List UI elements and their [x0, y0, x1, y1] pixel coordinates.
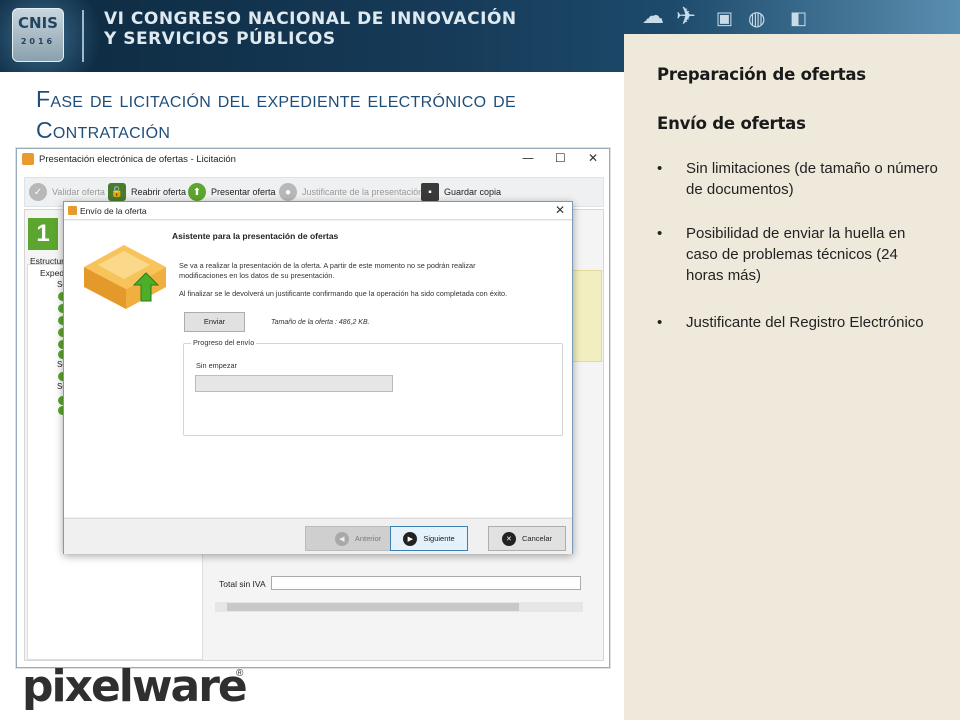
save-copy-button[interactable]: ▪ Guardar copia: [421, 183, 501, 201]
reopen-offer-label: Reabrir oferta: [131, 187, 187, 197]
bullet-text: Sin limitaciones (de tamaño o número de …: [686, 160, 938, 198]
receipt-button[interactable]: ● Justificante de la presentación: [279, 183, 423, 201]
bullet-item: • Sin limitaciones (de tamaño o número d…: [657, 158, 939, 200]
train-icon: ◧: [790, 8, 808, 29]
bullet-dot: •: [657, 314, 663, 331]
cnis-logo-text: CNIS: [18, 14, 58, 32]
banner-title-line2: Y SERVICIOS PÚBLICOS: [104, 29, 336, 49]
bullet-item: • Justificante del Registro Electrónico: [657, 312, 939, 333]
present-offer-label: Presentar oferta: [211, 187, 276, 197]
present-offer-button[interactable]: ⬆ Presentar oferta: [188, 183, 276, 201]
right-text-panel: Preparación de ofertas Envío de ofertas …: [624, 34, 960, 720]
cnis-logo-year: 2016: [20, 37, 56, 46]
registered-mark: ®: [236, 668, 244, 679]
scrollbar-thumb[interactable]: [227, 603, 519, 611]
validate-offer-label: Validar oferta: [52, 187, 105, 197]
minimize-icon[interactable]: —: [522, 151, 534, 165]
wizard-title: Asistente para la presentación de oferta…: [172, 231, 339, 241]
total-field[interactable]: [271, 576, 581, 590]
step-number-badge: 1: [28, 218, 58, 250]
box-upload-icon: [84, 245, 166, 309]
close-icon[interactable]: ✕: [555, 203, 565, 217]
dialog-title: Envío de la oferta: [80, 206, 147, 216]
total-row: Total sin IVA: [215, 574, 605, 594]
send-offer-dialog: Envío de la oferta ✕ Asistente para la p…: [63, 201, 573, 554]
bus-icon: ▣: [716, 8, 734, 29]
receipt-label: Justificante de la presentación: [302, 187, 424, 197]
check-icon: ✓: [29, 183, 47, 201]
progress-status: Sin empezar: [196, 361, 237, 370]
close-icon[interactable]: ✕: [588, 151, 598, 165]
slide: CNIS 2016 VI CONGRESO NACIONAL DE INNOVA…: [0, 0, 960, 720]
dialog-footer: ◀ Anterior ▶ Siguiente ✕ Cancelar: [64, 518, 572, 554]
save-copy-label: Guardar copia: [444, 187, 502, 197]
page-title: Fase de licitación del expediente electr…: [36, 86, 516, 143]
horizontal-scrollbar[interactable]: [215, 602, 583, 612]
next-arrow-icon: ▶: [403, 531, 418, 546]
progress-group-label: Progreso del envío: [191, 338, 257, 347]
cancel-x-icon: ✕: [501, 531, 516, 546]
next-button-label: Siguiente: [423, 534, 455, 543]
progress-group: Progreso del envío Sin empezar: [183, 338, 563, 436]
bullet-text: Posibilidad de enviar la huella en caso …: [686, 225, 906, 284]
pixelware-logo: pixelware: [22, 661, 248, 712]
banner-separator: [82, 10, 84, 62]
banner-title-line1: VI CONGRESO NACIONAL DE INNOVACIÓN: [104, 9, 517, 29]
dialog-titlebar: Envío de la oferta ✕: [64, 202, 572, 220]
back-arrow-icon: ◀: [334, 531, 349, 546]
bullet-text: Justificante del Registro Electrónico: [686, 314, 924, 331]
reopen-offer-button[interactable]: 🔓 Reabrir oferta: [108, 183, 186, 201]
expediente-tree-root[interactable]: Exped: [40, 268, 64, 278]
send-button[interactable]: Enviar: [184, 312, 245, 332]
heading-envio: Envío de ofertas: [657, 114, 806, 133]
dialog-content: Asistente para la presentación de oferta…: [64, 221, 572, 517]
bullet-dot: •: [657, 160, 663, 177]
next-button[interactable]: ▶ Siguiente: [390, 526, 468, 551]
wizard-paragraph-1: Se va a realizar la presentación de la o…: [179, 261, 476, 280]
user-icon: ●: [279, 183, 297, 201]
cloud-icon: ☁: [642, 4, 664, 29]
offer-size-label: Tamaño de la oferta : 486,2 KB.: [271, 319, 370, 326]
back-button-label: Anterior: [354, 534, 382, 543]
info-panel: [572, 270, 602, 362]
window-title: Presentación electrónica de ofertas - Li…: [39, 154, 236, 165]
car-icon: ◍: [748, 6, 766, 30]
total-label: Total sin IVA: [219, 579, 266, 589]
cancel-button[interactable]: ✕ Cancelar: [488, 526, 566, 551]
app-icon: [22, 153, 34, 165]
cnis-logo: CNIS 2016: [12, 8, 64, 62]
progress-bar: [195, 375, 393, 392]
heading-preparacion: Preparación de ofertas: [657, 65, 866, 84]
lock-icon: 🔓: [108, 183, 126, 201]
dialog-app-icon: [68, 206, 77, 215]
wizard-paragraph-2: Al finalizar se le devolverá un justific…: [179, 289, 508, 298]
maximize-icon[interactable]: ☐: [555, 151, 566, 165]
bullet-item: • Posibilidad de enviar la huella en cas…: [657, 223, 939, 286]
validate-offer-button[interactable]: ✓ Validar oferta: [29, 183, 105, 201]
window-titlebar: Presentación electrónica de ofertas - Li…: [17, 149, 609, 171]
floppy-icon: ▪: [421, 183, 439, 201]
upload-icon: ⬆: [188, 183, 206, 201]
cancel-button-label: Cancelar: [521, 534, 552, 543]
bullet-dot: •: [657, 225, 663, 242]
airplane-icon: ✈: [676, 2, 697, 30]
